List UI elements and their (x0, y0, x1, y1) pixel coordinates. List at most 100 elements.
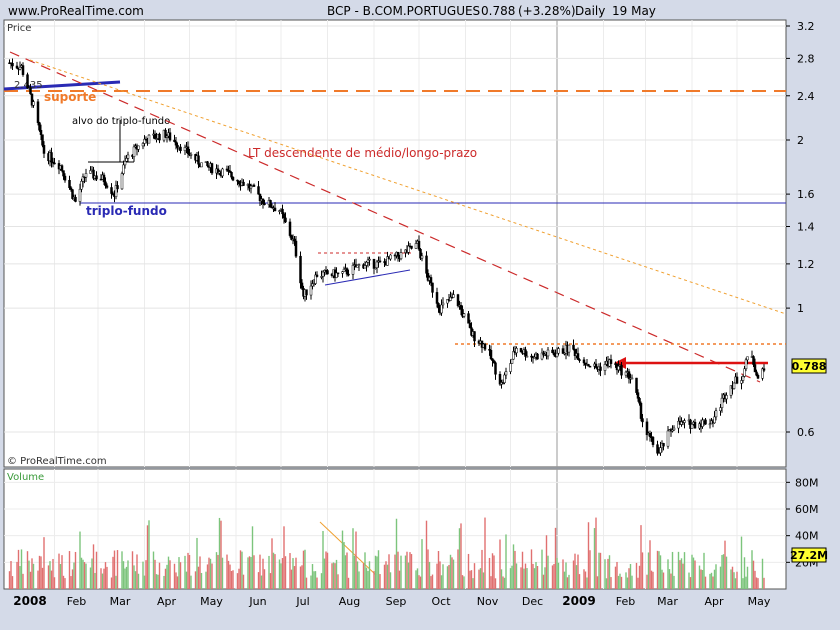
candle-body (735, 376, 739, 384)
x-tick-label: Oct (431, 595, 451, 608)
candle-body (84, 173, 88, 178)
alvo-label: alvo do triplo-fundo (72, 116, 170, 127)
candle-body (104, 181, 107, 187)
candle-body (39, 129, 43, 135)
x-tick-label: Feb (616, 595, 635, 608)
candle-body (365, 262, 368, 266)
candle-body (252, 184, 256, 187)
price-tick-label: 1.4 (797, 220, 815, 233)
price-tick-label: 0.6 (797, 426, 815, 439)
candle-body (345, 268, 349, 275)
candle-body (704, 419, 707, 425)
candle-body (63, 175, 67, 181)
candle-body (582, 359, 586, 364)
price-tick-label: 2.4 (797, 90, 815, 103)
candle-body (552, 352, 556, 355)
candle-body (221, 168, 224, 177)
volume-badge-value: 27.2M (790, 549, 828, 562)
candle-body (762, 368, 766, 371)
candle-body (294, 240, 298, 257)
candle-body (645, 421, 649, 436)
price-tick-label: 1 (797, 302, 804, 315)
x-tick-label: 2009 (562, 594, 595, 608)
candle-body (288, 221, 292, 236)
candle-body (551, 349, 554, 353)
candle-body (95, 175, 98, 180)
price-badge-value: 0.788 (792, 360, 827, 373)
x-tick-label: Apr (157, 595, 177, 608)
candle-body (599, 366, 602, 371)
candle-body (414, 243, 418, 249)
candle-body (141, 143, 145, 147)
candle-body (555, 352, 559, 357)
candle-body (125, 158, 128, 162)
candle-body (638, 398, 641, 404)
candle-body (38, 122, 41, 131)
x-tick-label: Mar (110, 595, 131, 608)
x-tick-label: May (748, 595, 771, 608)
candle-body (732, 382, 736, 389)
candle-body (284, 217, 287, 223)
candle-body (557, 348, 560, 354)
triplo-fundo-label: triplo-fundo (86, 204, 167, 218)
candle-body (69, 187, 73, 190)
x-tick-label: Aug (339, 595, 360, 608)
candle-body (396, 251, 400, 257)
candle-body (132, 146, 136, 157)
candle-body (639, 402, 643, 419)
candle-body (29, 87, 32, 95)
candle-body (651, 436, 655, 445)
candle-body (489, 349, 493, 360)
candle-body (281, 208, 284, 215)
price-tick-label: 1.6 (797, 188, 815, 201)
candle-body (189, 154, 193, 156)
candle-body (594, 363, 598, 368)
x-tick-label: Mar (657, 595, 678, 608)
chart-date: 19 May (612, 4, 656, 18)
candle-body (524, 349, 527, 357)
candle-body (210, 163, 214, 174)
candle-body (321, 271, 325, 277)
candle-body (231, 176, 235, 181)
candle-body (249, 185, 253, 189)
candle-body (683, 420, 686, 423)
chart-title: BCP - B.COM.PORTUGUES (327, 4, 480, 18)
price-tick-label: 2 (797, 134, 804, 147)
candle-body (491, 358, 494, 361)
price-tick-label: 1.2 (797, 258, 815, 271)
candle-body (315, 274, 319, 277)
candle-body (200, 162, 203, 168)
x-tick-label: Feb (67, 595, 86, 608)
candle-body (636, 392, 640, 399)
candle-body (309, 285, 313, 296)
candle-body (230, 172, 233, 178)
candle-body (293, 238, 296, 242)
candle-body (237, 180, 241, 184)
x-tick-label: May (200, 595, 223, 608)
candle-body (431, 282, 434, 293)
candle-body (567, 344, 571, 353)
candle-body (368, 258, 371, 261)
candle-body (627, 371, 631, 379)
site-url: www.ProRealTime.com (8, 4, 144, 18)
candle-body (122, 164, 125, 174)
candle-body (656, 444, 659, 454)
candle-body (282, 213, 286, 219)
candle-body (492, 360, 496, 364)
x-axis: 2008 Feb Mar Apr May Jun Jul Aug Sep Oct Nov Dec 200… (13, 594, 771, 608)
candle-body (375, 261, 379, 269)
watermark: © ProRealTime.com (7, 456, 107, 467)
candle-body (744, 359, 748, 370)
candle-body (459, 305, 463, 310)
candle-body (440, 304, 443, 314)
price-tick-label: 3.2 (797, 20, 815, 33)
x-tick-label: Sep (386, 595, 407, 608)
candle-body (41, 134, 44, 146)
candle-body (62, 170, 65, 177)
candle-body (347, 273, 350, 276)
candle-body (378, 260, 382, 263)
candle-body (357, 264, 361, 266)
candle-body (18, 66, 22, 70)
candle-body (429, 277, 433, 284)
candle-body (120, 173, 124, 190)
